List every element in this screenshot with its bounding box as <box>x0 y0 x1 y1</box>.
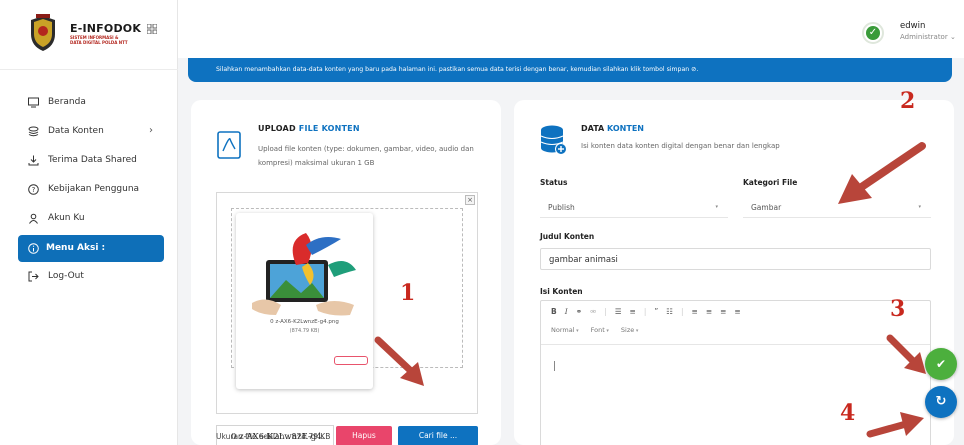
numbered-list-icon[interactable]: ☰ <box>615 307 622 319</box>
toolbar-separator: | <box>681 307 684 316</box>
judul-konten-input[interactable]: gambar animasi <box>540 248 931 270</box>
sidebar-item-data-konten[interactable]: Data Konten › <box>0 117 178 146</box>
monitor-icon <box>28 97 39 108</box>
annotation-number-3: 3 <box>890 296 906 322</box>
annotation-arrow-2 <box>838 142 926 204</box>
top-header <box>178 0 964 58</box>
toolbar-separator: | <box>643 307 647 316</box>
annotation-arrow-1 <box>374 336 424 386</box>
banner-text: Silahkan menambahkan data-data konten ya… <box>216 66 699 73</box>
status-select-value: Publish <box>548 203 575 212</box>
align-justify-icon[interactable]: ≡ <box>734 307 740 319</box>
file-preview-thumbnail: 0 z-AX6-K2LwnzE-g4.png (874.79 KB) <box>236 213 373 389</box>
status-select[interactable]: Publish ▾ <box>540 196 728 218</box>
italic-button[interactable]: I <box>565 307 568 319</box>
user-role-dropdown[interactable]: Administrator ⌄ <box>900 33 956 41</box>
sidebar-item-beranda[interactable]: Beranda <box>0 88 178 117</box>
unlink-icon[interactable]: ⚮ <box>590 307 596 319</box>
sidebar-item-terima-data-shared[interactable]: Terima Data Shared <box>0 146 178 175</box>
editor-format-buttons: B I ⚭ ⚮ | ☰ ≡ | ” ☷ | ≡ ≡ ≡ ≡ <box>551 307 741 319</box>
editor-dropdowns: Normal Font Size <box>551 326 638 338</box>
app-title: E-INFODOK <box>70 22 142 35</box>
kategori-file-label: Kategori File <box>743 178 798 187</box>
sidebar-item-label: Kebijakan Pengguna <box>48 184 140 194</box>
size-dropdown[interactable]: Size <box>621 326 638 338</box>
kategori-select-value: Gambar <box>751 203 782 212</box>
upload-title: UPLOAD FILE KONTEN <box>258 124 360 133</box>
align-right-icon[interactable]: ≡ <box>720 307 726 319</box>
user-name[interactable]: edwin <box>900 21 925 31</box>
sidebar-nav: Beranda Data Konten › Terima Data Shared… <box>0 88 178 291</box>
data-konten-title: DATA KONTEN <box>581 124 644 133</box>
sidebar-item-kebijakan-pengguna[interactable]: ? Kebijakan Pengguna <box>0 175 178 204</box>
bold-button[interactable]: B <box>551 307 557 319</box>
logo-area: E-INFODOK SISTEM INFORMASI & DATA DIGITA… <box>0 0 178 70</box>
editor-toolbar: B I ⚭ ⚮ | ☰ ≡ | ” ☷ | ≡ ≡ ≡ ≡ Normal Fon… <box>541 301 930 345</box>
blockquote-icon[interactable]: ” <box>654 307 658 319</box>
close-icon[interactable]: × <box>465 195 475 205</box>
layers-icon <box>28 126 39 137</box>
sidebar-item-label: Akun Ku <box>48 213 85 223</box>
info-banner: Silahkan menambahkan data-data konten ya… <box>188 58 952 82</box>
preview-image <box>252 233 356 316</box>
user-status-check-icon: ✓ <box>862 22 884 44</box>
annotation-number-1: 1 <box>400 280 416 306</box>
align-left-icon[interactable]: ≡ <box>692 307 698 319</box>
align-center-icon[interactable]: ≡ <box>706 307 712 319</box>
text-cursor <box>554 361 555 371</box>
paragraph-format-dropdown[interactable]: Normal <box>551 326 579 338</box>
judul-konten-label: Judul Konten <box>540 232 595 241</box>
logout-icon <box>28 271 39 282</box>
sidebar-item-label: Menu Aksi : <box>46 243 106 253</box>
annotation-number-2: 2 <box>900 88 916 114</box>
grid-menu-icon[interactable] <box>147 24 157 34</box>
file-size-text: Ukuran file adalah : 874.79 KB <box>216 432 331 441</box>
reset-button[interactable]: ↻ <box>925 386 957 418</box>
user-icon <box>29 213 38 224</box>
help-circle-icon: ? <box>28 184 39 195</box>
toolbar-separator: | <box>604 307 607 316</box>
pdf-file-icon <box>217 131 241 159</box>
app-subtitle: SISTEM INFORMASI & DATA DIGITAL POLDA NT… <box>70 35 128 45</box>
chevron-down-icon: ▾ <box>715 204 718 210</box>
cari-file-button[interactable]: Cari file ... <box>398 426 478 445</box>
svg-text:?: ? <box>32 186 36 194</box>
bullet-list-icon[interactable]: ≡ <box>630 307 636 319</box>
police-badge-logo-icon <box>31 14 55 51</box>
font-dropdown[interactable]: Font <box>591 326 609 338</box>
annotation-arrow-4 <box>866 412 924 438</box>
status-label: Status <box>540 178 568 187</box>
link-icon[interactable]: ⚭ <box>576 307 582 319</box>
preview-file-name: 0 z-AX6-K2LwnzE-g4.png <box>270 319 339 325</box>
sidebar-item-label: Log-Out <box>48 271 84 281</box>
preview-file-size: (874.79 KB) <box>289 328 320 334</box>
sidebar-item-akun-ku[interactable]: Akun Ku <box>0 204 178 233</box>
sidebar: E-INFODOK SISTEM INFORMASI & DATA DIGITA… <box>0 0 178 445</box>
preview-remove-button[interactable] <box>334 356 368 365</box>
sidebar-item-label: Beranda <box>48 97 86 107</box>
info-circle-icon <box>28 243 39 254</box>
annotation-arrow-3 <box>886 334 926 374</box>
database-add-icon <box>540 125 567 155</box>
hapus-button[interactable]: Hapus <box>336 426 392 445</box>
data-konten-description: Isi konten data konten digital dengan be… <box>581 142 780 150</box>
sidebar-item-log-out[interactable]: Log-Out <box>0 262 178 291</box>
table-icon[interactable]: ☷ <box>666 307 673 319</box>
sidebar-item-menu-aksi[interactable]: Menu Aksi : <box>18 235 164 262</box>
isi-konten-label: Isi Konten <box>540 287 583 296</box>
annotation-number-4: 4 <box>840 400 856 426</box>
chevron-right-icon: › <box>149 125 153 136</box>
sidebar-item-label: Data Konten <box>48 126 104 136</box>
upload-description: Upload file konten (type: dokumen, gamba… <box>258 145 474 167</box>
download-icon <box>28 155 39 166</box>
sidebar-item-label: Terima Data Shared <box>48 155 137 165</box>
